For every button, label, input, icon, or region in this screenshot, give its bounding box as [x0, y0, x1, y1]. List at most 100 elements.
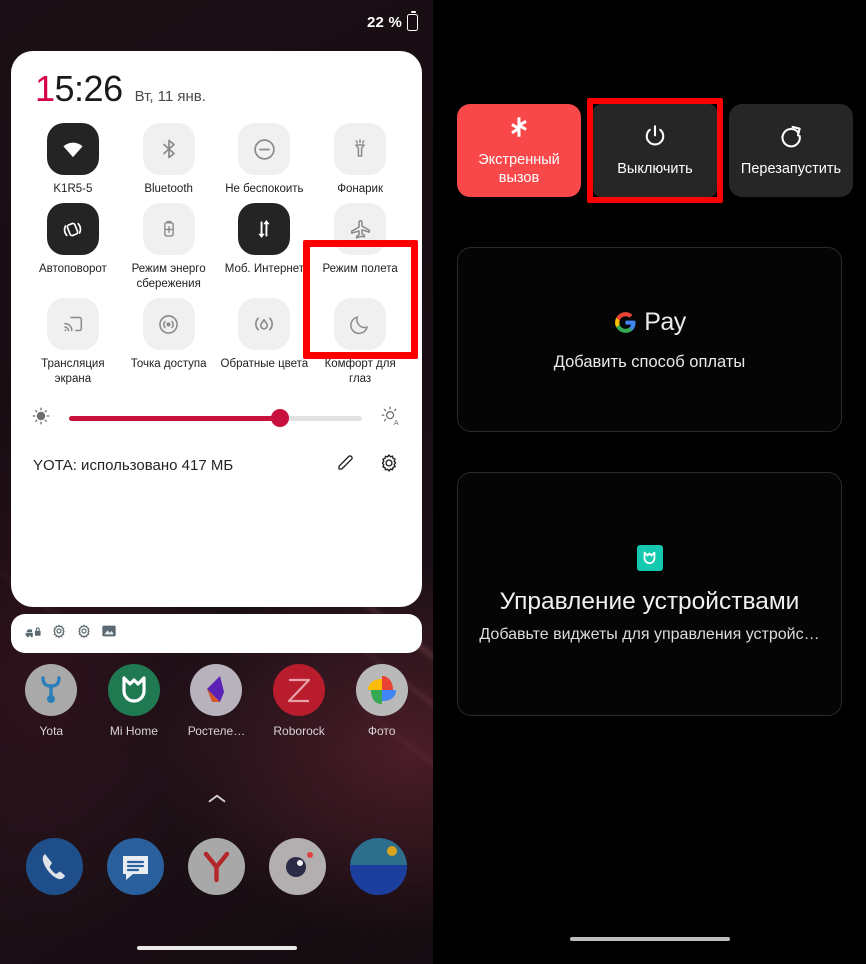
qs-tile-invert-colors[interactable]: Обратные цвета	[217, 298, 313, 386]
right-status-bar	[433, 0, 866, 44]
app-label: Mi Home	[109, 724, 158, 738]
clock-time-first-digit: 1	[35, 68, 55, 109]
right-navigation-bar-handle[interactable]	[569, 937, 730, 941]
qs-tile-label: Моб. Интернет	[224, 263, 304, 276]
restart-label: Перезапустить	[740, 160, 842, 177]
emergency-call-button[interactable]: Экстренный вызов	[457, 104, 581, 197]
yota-app-icon[interactable]	[25, 664, 78, 716]
qs-tile-label: Bluetooth	[144, 183, 193, 195]
qs-tile-label: Автоповорот	[38, 263, 107, 276]
restart-icon	[778, 123, 804, 154]
app-item-yota[interactable]: Yota	[12, 664, 90, 738]
right-phone-screen: Экстренный вызов Выключить Перезапустить…	[433, 0, 866, 964]
dual-phone-screenshot: 22 % 15:26 Вт, 11 янв. K1R5-5 Bluetooth …	[0, 0, 866, 964]
power-off-label: Выключить	[617, 160, 693, 177]
left-navigation-bar-handle[interactable]	[136, 946, 297, 950]
auto-rotate-icon[interactable]	[46, 203, 99, 256]
mihome-badge-icon	[636, 544, 663, 571]
bluetooth-icon[interactable]	[142, 123, 195, 175]
clock-time[interactable]: 15:26	[35, 71, 123, 107]
gpay-add-payment-label[interactable]: Добавить способ оплаты	[554, 353, 745, 372]
wifi-icon[interactable]	[46, 123, 99, 175]
brightness-low-icon	[31, 406, 51, 431]
app-item-mi-home[interactable]: Mi Home	[95, 664, 173, 738]
settings-gear-small-icon	[76, 623, 92, 644]
google-g-icon	[615, 311, 636, 333]
svg-text:A: A	[394, 418, 399, 427]
qs-tile-screen-cast[interactable]: Трансляция экрана	[25, 298, 121, 386]
google-photos-app-icon[interactable]	[355, 664, 408, 716]
mihome-app-icon[interactable]	[107, 664, 160, 716]
clock-date[interactable]: Вт, 11 янв.	[135, 88, 206, 105]
image-icon	[101, 623, 117, 644]
clock-row: 15:26 Вт, 11 янв.	[25, 51, 408, 107]
qs-tile-hotspot[interactable]: Точка доступа	[121, 298, 217, 386]
left-phone-screen: 22 % 15:26 Вт, 11 янв. K1R5-5 Bluetooth …	[0, 0, 433, 964]
qs-tile-label: Комфорт для глаз	[324, 358, 396, 385]
flashlight-icon[interactable]	[334, 123, 387, 175]
left-status-bar: 22 %	[0, 0, 433, 44]
hotspot-icon[interactable]	[142, 298, 195, 351]
camera-app-icon[interactable]	[269, 838, 326, 895]
restart-button[interactable]: Перезапустить	[729, 104, 853, 197]
quick-settings-footer: YOTA: использовано 417 МБ	[25, 432, 408, 479]
clock-time-rest: 5:26	[54, 68, 124, 109]
brightness-auto-icon[interactable]: A	[380, 405, 402, 432]
qs-tile-flashlight[interactable]: Фонарик	[312, 123, 408, 196]
yandex-browser-app-icon[interactable]	[188, 838, 245, 895]
qs-tile-label: K1R5-5	[53, 183, 93, 195]
data-usage-label[interactable]: YOTA: использовано 417 МБ	[33, 457, 233, 474]
gpay-logo: Pay	[613, 308, 686, 337]
qs-tile-battery-saver[interactable]: Режим энерго сбережения	[121, 203, 217, 291]
qs-tile-wifi[interactable]: K1R5-5	[25, 123, 121, 196]
battery-icon	[407, 11, 418, 31]
device-controls-title: Управление устройствами	[499, 587, 800, 615]
power-menu-row: Экстренный вызов Выключить Перезапустить	[457, 98, 853, 203]
qs-tile-do-not-disturb[interactable]: Не беспокоить	[217, 123, 313, 196]
qs-tile-label: Не беспокоить	[225, 183, 304, 195]
gallery-app-icon[interactable]	[350, 838, 407, 895]
emergency-call-label: Экстренный вызов	[478, 152, 560, 186]
invert-colors-icon[interactable]	[238, 298, 291, 351]
chevron-up-icon	[208, 794, 225, 803]
app-item-rostelecom[interactable]: Ростеле…	[177, 664, 255, 738]
mobile-data-icon[interactable]	[238, 203, 291, 256]
app-item-photos[interactable]: Фото	[343, 664, 421, 738]
power-off-highlight-box: Выключить	[587, 98, 723, 203]
brightness-slider-row: A	[25, 393, 408, 432]
power-icon	[642, 123, 668, 154]
notification-icons-strip[interactable]	[11, 614, 422, 653]
power-off-button[interactable]: Выключить	[593, 104, 717, 197]
do-not-disturb-icon[interactable]	[238, 123, 291, 175]
qs-tile-label: Фонарик	[337, 183, 383, 195]
device-controls-subtitle: Добавьте виджеты для управления устройс…	[479, 625, 820, 643]
brightness-slider[interactable]	[69, 409, 362, 428]
emergency-star-icon	[506, 114, 532, 145]
app-label: Ростеле…	[187, 724, 246, 738]
device-controls-card[interactable]: Управление устройствами Добавьте виджеты…	[457, 472, 842, 716]
qs-tile-label: Режим энерго сбережения	[131, 263, 206, 290]
gear-icon[interactable]	[378, 452, 400, 479]
messages-app-icon[interactable]	[107, 838, 164, 895]
rostelecom-app-icon[interactable]	[190, 664, 243, 716]
phone-app-icon[interactable]	[26, 838, 83, 895]
google-pay-card[interactable]: Pay Добавить способ оплаты	[457, 247, 842, 432]
cast-icon[interactable]	[46, 298, 99, 351]
settings-gear-small-icon	[51, 623, 67, 644]
roborock-app-icon[interactable]	[273, 664, 326, 716]
qs-tile-mobile-data[interactable]: Моб. Интернет	[217, 203, 313, 291]
qs-tile-label: Трансляция экрана	[41, 358, 105, 385]
app-drawer-arrow[interactable]	[0, 792, 433, 810]
qs-tile-bluetooth[interactable]: Bluetooth	[121, 123, 217, 196]
pencil-icon[interactable]	[335, 452, 356, 478]
car-lock-icon	[25, 624, 42, 644]
app-label: Фото	[367, 724, 396, 738]
dock-row	[0, 838, 433, 895]
app-item-roborock[interactable]: Roborock	[260, 664, 338, 738]
app-label: Roborock	[273, 724, 325, 738]
gpay-wordmark: Pay	[644, 307, 686, 336]
battery-percent-label: 22 %	[367, 13, 402, 31]
battery-saver-icon[interactable]	[142, 203, 195, 256]
qs-tile-auto-rotate[interactable]: Автоповорот	[25, 203, 121, 291]
home-apps-row: Yota Mi Home Ростеле… Roborock Фото	[0, 664, 433, 738]
